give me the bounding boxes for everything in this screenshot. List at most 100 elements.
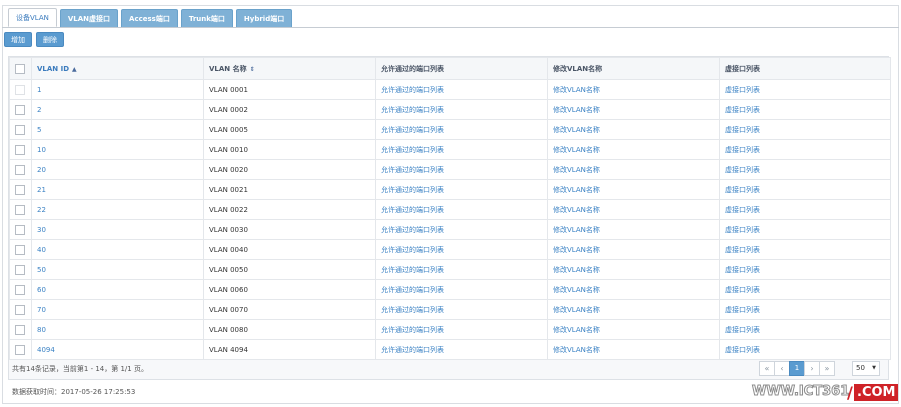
allowed-ports-link[interactable]: 允许通过的端口列表 bbox=[381, 86, 444, 94]
allowed-ports-link[interactable]: 允许通过的端口列表 bbox=[381, 246, 444, 254]
row-checkbox[interactable] bbox=[15, 284, 25, 295]
table-row[interactable]: 30 VLAN 0030 允许通过的端口列表 修改VLAN名称 虚接口列表 bbox=[9, 219, 891, 240]
tab-hybrid-port[interactable]: Hybrid端口 bbox=[235, 9, 293, 27]
edit-vlan-name-link[interactable]: 修改VLAN名称 bbox=[553, 226, 600, 234]
virtual-interface-link[interactable]: 虚接口列表 bbox=[725, 146, 760, 154]
edit-vlan-name-link[interactable]: 修改VLAN名称 bbox=[553, 246, 600, 254]
tab-device-vlan[interactable]: 设备VLAN bbox=[8, 8, 57, 27]
row-checkbox[interactable] bbox=[15, 324, 25, 335]
vlan-id-link[interactable]: 2 bbox=[37, 106, 41, 114]
edit-vlan-name-link[interactable]: 修改VLAN名称 bbox=[553, 346, 600, 354]
edit-vlan-name-link[interactable]: 修改VLAN名称 bbox=[553, 206, 600, 214]
tab-access-port[interactable]: Access端口 bbox=[121, 9, 178, 27]
select-all-checkbox[interactable] bbox=[15, 63, 25, 74]
virtual-interface-link[interactable]: 虚接口列表 bbox=[725, 166, 760, 174]
row-checkbox[interactable] bbox=[15, 224, 25, 235]
table-row[interactable]: 80 VLAN 0080 允许通过的端口列表 修改VLAN名称 虚接口列表 bbox=[9, 319, 891, 340]
row-checkbox[interactable] bbox=[15, 124, 25, 135]
add-button[interactable]: 增加 bbox=[4, 32, 32, 47]
allowed-ports-link[interactable]: 允许通过的端口列表 bbox=[381, 266, 444, 274]
row-checkbox[interactable] bbox=[15, 304, 25, 315]
prev-page-button[interactable]: ‹ bbox=[774, 361, 790, 376]
vlan-id-link[interactable]: 80 bbox=[37, 326, 46, 334]
column-header-vlan-id[interactable]: VLAN ID ▲ bbox=[31, 57, 204, 80]
edit-vlan-name-link[interactable]: 修改VLAN名称 bbox=[553, 306, 600, 314]
virtual-interface-link[interactable]: 虚接口列表 bbox=[725, 266, 760, 274]
vlan-id-link[interactable]: 21 bbox=[37, 186, 46, 194]
virtual-interface-link[interactable]: 虚接口列表 bbox=[725, 306, 760, 314]
edit-vlan-name-link[interactable]: 修改VLAN名称 bbox=[553, 266, 600, 274]
row-checkbox[interactable] bbox=[15, 184, 25, 195]
column-header-vlan-name[interactable]: VLAN 名称 ⇕ bbox=[203, 57, 376, 80]
page-size-select[interactable]: 50 ▼ bbox=[852, 361, 880, 376]
row-checkbox[interactable] bbox=[15, 204, 25, 215]
allowed-ports-link[interactable]: 允许通过的端口列表 bbox=[381, 286, 444, 294]
edit-vlan-name-link[interactable]: 修改VLAN名称 bbox=[553, 126, 600, 134]
virtual-interface-link[interactable]: 虚接口列表 bbox=[725, 106, 760, 114]
row-checkbox[interactable] bbox=[15, 104, 25, 115]
table-row[interactable]: 1 VLAN 0001 允许通过的端口列表 修改VLAN名称 虚接口列表 bbox=[9, 79, 891, 100]
allowed-ports-link[interactable]: 允许通过的端口列表 bbox=[381, 306, 444, 314]
last-page-button[interactable]: » bbox=[819, 361, 835, 376]
edit-vlan-name-link[interactable]: 修改VLAN名称 bbox=[553, 186, 600, 194]
virtual-interface-link[interactable]: 虚接口列表 bbox=[725, 286, 760, 294]
virtual-interface-link[interactable]: 虚接口列表 bbox=[725, 86, 760, 94]
vlan-id-link[interactable]: 70 bbox=[37, 306, 46, 314]
vlan-id-link[interactable]: 22 bbox=[37, 206, 46, 214]
table-row[interactable]: 70 VLAN 0070 允许通过的端口列表 修改VLAN名称 虚接口列表 bbox=[9, 299, 891, 320]
first-page-button[interactable]: « bbox=[759, 361, 775, 376]
vlan-id-link[interactable]: 50 bbox=[37, 266, 46, 274]
virtual-interface-link[interactable]: 虚接口列表 bbox=[725, 186, 760, 194]
virtual-interface-link[interactable]: 虚接口列表 bbox=[725, 226, 760, 234]
allowed-ports-link[interactable]: 允许通过的端口列表 bbox=[381, 166, 444, 174]
allowed-ports-link[interactable]: 允许通过的端口列表 bbox=[381, 106, 444, 114]
vlan-id-link[interactable]: 20 bbox=[37, 166, 46, 174]
virtual-interface-link[interactable]: 虚接口列表 bbox=[725, 206, 760, 214]
allowed-ports-link[interactable]: 允许通过的端口列表 bbox=[381, 226, 444, 234]
vlan-id-link[interactable]: 30 bbox=[37, 226, 46, 234]
allowed-ports-link[interactable]: 允许通过的端口列表 bbox=[381, 346, 444, 354]
row-checkbox[interactable] bbox=[15, 344, 25, 355]
row-checkbox[interactable] bbox=[15, 164, 25, 175]
table-row[interactable]: 4094 VLAN 4094 允许通过的端口列表 修改VLAN名称 虚接口列表 bbox=[9, 339, 891, 360]
vlan-id-link[interactable]: 5 bbox=[37, 126, 41, 134]
vlan-id-link[interactable]: 60 bbox=[37, 286, 46, 294]
table-row[interactable]: 22 VLAN 0022 允许通过的端口列表 修改VLAN名称 虚接口列表 bbox=[9, 199, 891, 220]
vlan-id-link[interactable]: 40 bbox=[37, 246, 46, 254]
virtual-interface-link[interactable]: 虚接口列表 bbox=[725, 326, 760, 334]
table-row[interactable]: 2 VLAN 0002 允许通过的端口列表 修改VLAN名称 虚接口列表 bbox=[9, 99, 891, 120]
allowed-ports-link[interactable]: 允许通过的端口列表 bbox=[381, 186, 444, 194]
virtual-interface-link[interactable]: 虚接口列表 bbox=[725, 126, 760, 134]
allowed-ports-link[interactable]: 允许通过的端口列表 bbox=[381, 126, 444, 134]
page-1-button[interactable]: 1 bbox=[789, 361, 805, 376]
table-row[interactable]: 60 VLAN 0060 允许通过的端口列表 修改VLAN名称 虚接口列表 bbox=[9, 279, 891, 300]
table-row[interactable]: 50 VLAN 0050 允许通过的端口列表 修改VLAN名称 虚接口列表 bbox=[9, 259, 891, 280]
row-checkbox[interactable] bbox=[15, 144, 25, 155]
vlan-id-link[interactable]: 10 bbox=[37, 146, 46, 154]
row-checkbox[interactable] bbox=[15, 244, 25, 255]
edit-vlan-name-link[interactable]: 修改VLAN名称 bbox=[553, 86, 600, 94]
edit-vlan-name-link[interactable]: 修改VLAN名称 bbox=[553, 106, 600, 114]
virtual-interface-link[interactable]: 虚接口列表 bbox=[725, 346, 760, 354]
edit-vlan-name-link[interactable]: 修改VLAN名称 bbox=[553, 146, 600, 154]
allowed-ports-link[interactable]: 允许通过的端口列表 bbox=[381, 146, 444, 154]
delete-button[interactable]: 删除 bbox=[36, 32, 64, 47]
table-row[interactable]: 5 VLAN 0005 允许通过的端口列表 修改VLAN名称 虚接口列表 bbox=[9, 119, 891, 140]
row-checkbox[interactable] bbox=[15, 264, 25, 275]
edit-vlan-name-link[interactable]: 修改VLAN名称 bbox=[553, 286, 600, 294]
table-row[interactable]: 40 VLAN 0040 允许通过的端口列表 修改VLAN名称 虚接口列表 bbox=[9, 239, 891, 260]
allowed-ports-link[interactable]: 允许通过的端口列表 bbox=[381, 206, 444, 214]
vlan-id-link[interactable]: 1 bbox=[37, 86, 41, 94]
tab-trunk-port[interactable]: Trunk端口 bbox=[180, 9, 233, 27]
edit-vlan-name-link[interactable]: 修改VLAN名称 bbox=[553, 326, 600, 334]
tab-vlan-interface[interactable]: VLAN虚接口 bbox=[59, 9, 119, 27]
edit-vlan-name-link[interactable]: 修改VLAN名称 bbox=[553, 166, 600, 174]
table-row[interactable]: 21 VLAN 0021 允许通过的端口列表 修改VLAN名称 虚接口列表 bbox=[9, 179, 891, 200]
vlan-name-cell: VLAN 0080 bbox=[203, 319, 376, 340]
table-row[interactable]: 20 VLAN 0020 允许通过的端口列表 修改VLAN名称 虚接口列表 bbox=[9, 159, 891, 180]
table-row[interactable]: 10 VLAN 0010 允许通过的端口列表 修改VLAN名称 虚接口列表 bbox=[9, 139, 891, 160]
virtual-interface-link[interactable]: 虚接口列表 bbox=[725, 246, 760, 254]
next-page-button[interactable]: › bbox=[804, 361, 820, 376]
allowed-ports-link[interactable]: 允许通过的端口列表 bbox=[381, 326, 444, 334]
vlan-id-link[interactable]: 4094 bbox=[37, 346, 55, 354]
